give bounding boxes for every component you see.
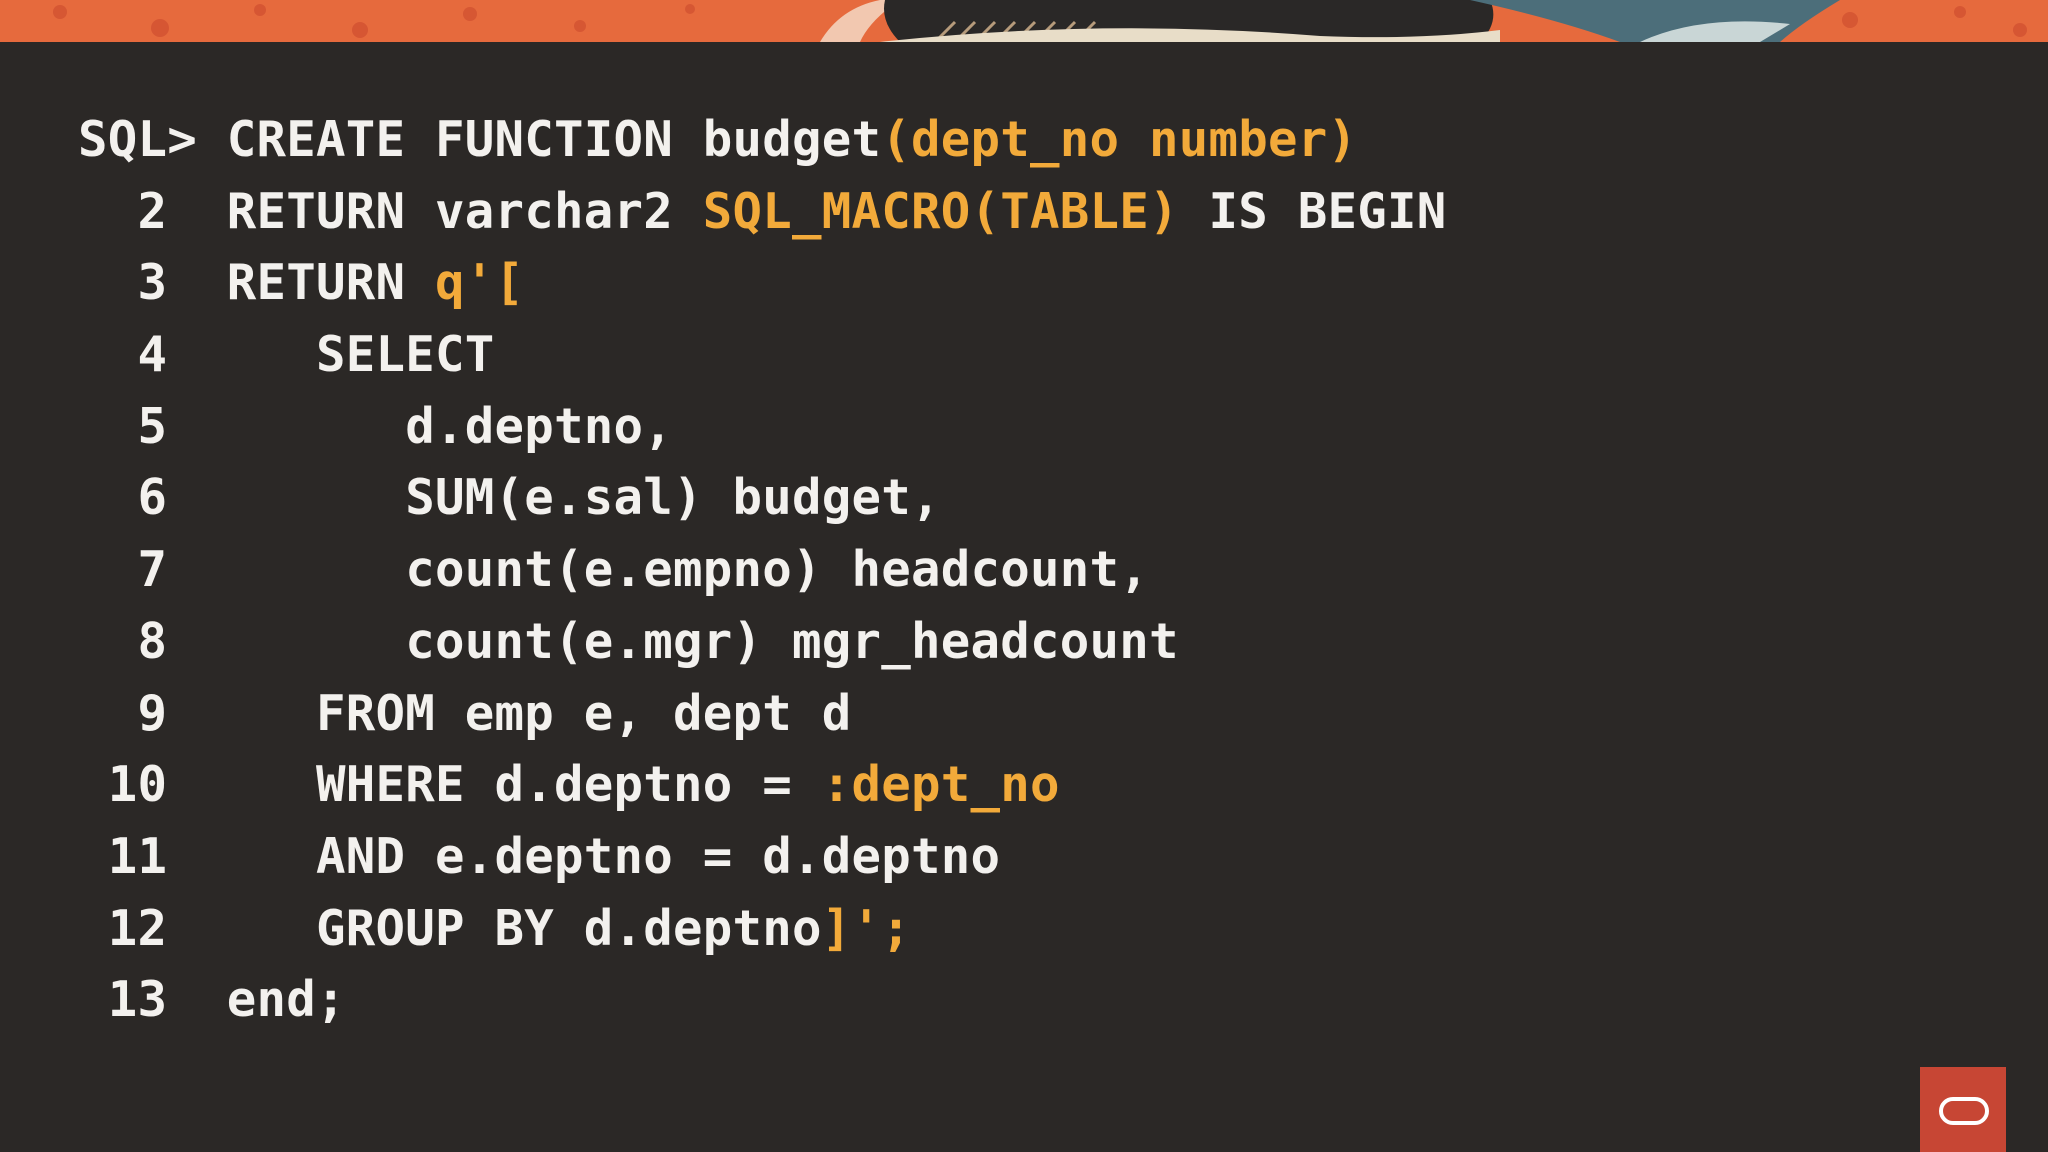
code-token: 10 WHERE d.deptno = <box>78 756 822 814</box>
code-line-7: 7 count(e.empno) headcount, <box>78 534 1447 606</box>
code-token: 12 GROUP BY d.deptno <box>78 899 822 957</box>
code-line-1: SQL> CREATE FUNCTION budget(dept_no numb… <box>78 104 1447 176</box>
code-line-2: 2 RETURN varchar2 SQL_MACRO(TABLE) IS BE… <box>78 176 1447 248</box>
code-token: 6 SUM(e.sal) budget, <box>78 469 941 527</box>
sql-code-block: SQL> CREATE FUNCTION budget(dept_no numb… <box>78 104 1447 1036</box>
code-token: 13 end; <box>78 971 346 1029</box>
oracle-logo <box>1920 1067 2006 1152</box>
code-line-3: 3 RETURN q'[ <box>78 247 1447 319</box>
code-line-13: 13 end; <box>78 964 1447 1036</box>
code-token-highlight: :dept_no <box>821 756 1060 814</box>
presentation-slide: SQL> CREATE FUNCTION budget(dept_no numb… <box>0 0 2048 1152</box>
code-token-highlight: (dept_no number) <box>881 111 1358 168</box>
code-token: 4 SELECT <box>78 326 495 384</box>
code-line-5: 5 d.deptno, <box>78 391 1447 463</box>
code-line-4: 4 SELECT <box>78 319 1447 391</box>
code-token-highlight: ]'; <box>821 899 912 957</box>
banner-illustration <box>0 0 2048 42</box>
code-token: 5 d.deptno, <box>78 397 674 455</box>
oracle-logo-icon <box>1939 1097 1989 1125</box>
code-line-11: 11 AND e.deptno = d.deptno <box>78 821 1447 893</box>
code-token: 8 count(e.mgr) mgr_headcount <box>78 612 1179 670</box>
code-token: 11 AND e.deptno = d.deptno <box>78 827 1001 885</box>
code-token-highlight: q'[ <box>435 254 525 312</box>
code-line-10: 10 WHERE d.deptno = :dept_no <box>78 749 1447 821</box>
code-line-6: 6 SUM(e.sal) budget, <box>78 462 1447 534</box>
code-line-9: 9 FROM emp e, dept d <box>78 678 1447 750</box>
code-line-12: 12 GROUP BY d.deptno]'; <box>78 893 1447 965</box>
code-token: 9 FROM emp e, dept d <box>78 684 852 742</box>
decorative-banner <box>0 0 2048 42</box>
code-token: 3 RETURN <box>78 254 436 312</box>
code-token: IS BEGIN <box>1178 182 1447 240</box>
code-token: 2 RETURN varchar2 <box>78 182 703 240</box>
code-token: 7 count(e.empno) headcount, <box>78 541 1150 599</box>
code-token: SQL> CREATE FUNCTION budget <box>78 111 882 168</box>
code-line-8: 8 count(e.mgr) mgr_headcount <box>78 606 1447 678</box>
code-token-highlight: SQL_MACRO(TABLE) <box>702 182 1179 240</box>
